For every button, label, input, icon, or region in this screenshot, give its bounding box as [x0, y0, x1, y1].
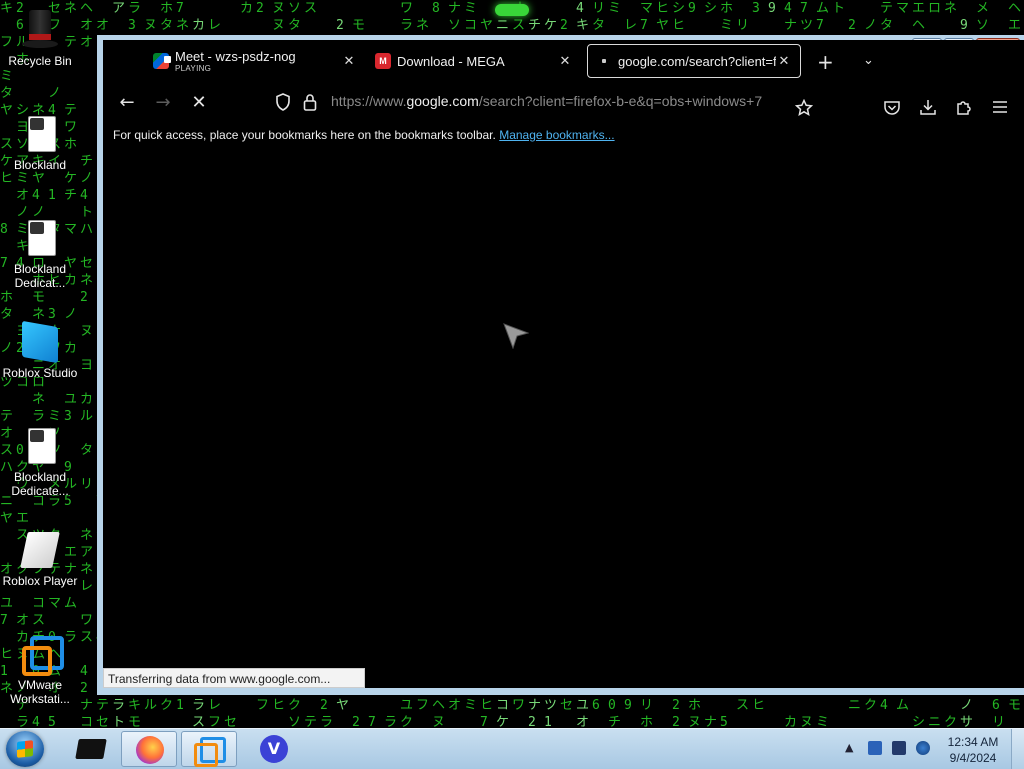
back-icon[interactable]: ←	[116, 92, 138, 114]
clock-time: 12:34 AM	[947, 735, 999, 749]
roblox-player-icon	[20, 530, 60, 570]
bookmarks-toolbar: For quick access, place your bookmarks h…	[103, 123, 1024, 147]
system-clock[interactable]: 12:34 AM 9/4/2024	[942, 734, 1004, 766]
desktop-icon-label: VMware Workstati...	[10, 678, 70, 706]
desktop-icon-recycle-bin[interactable]: Recycle Bin	[0, 10, 80, 68]
file-icon	[20, 114, 60, 154]
desktop-icon-blockland[interactable]: Blockland	[0, 114, 80, 172]
start-button[interactable]	[6, 731, 44, 767]
show-desktop-button[interactable]	[1011, 729, 1024, 769]
tray-app-icon[interactable]	[868, 741, 882, 755]
tab-title: google.com/search?client=fire	[618, 53, 776, 69]
menu-icon[interactable]	[991, 99, 1009, 115]
list-all-tabs-icon[interactable]: ⌄	[863, 53, 874, 68]
app-icon	[75, 739, 107, 759]
taskbar-app-black[interactable]	[62, 731, 118, 767]
tab-meet[interactable]: Meet - wzs-psdz-nog PLAYING ✕	[145, 44, 365, 78]
address-bar[interactable]: https://www.google.com/search?client=fir…	[275, 88, 795, 116]
new-tab-icon[interactable]: +	[817, 52, 834, 72]
taskbar-app-vmware[interactable]	[181, 731, 237, 767]
file-icon	[20, 426, 60, 466]
url-domain: google.com	[406, 93, 479, 109]
monitor-icon[interactable]	[892, 741, 906, 755]
desktop-icon-label: Blockland Dedicate...	[11, 470, 69, 498]
tab-bar: Meet - wzs-psdz-nog PLAYING ✕ M Download…	[103, 40, 1024, 82]
desktop-icon-label: Blockland Dedicat...	[13, 262, 67, 290]
shield-icon[interactable]	[275, 93, 291, 111]
desktop-icon-roblox-studio[interactable]: Roblox Studio	[0, 320, 80, 380]
downloads-icon[interactable]	[919, 98, 937, 116]
wallpaper-glow	[495, 4, 529, 16]
show-hidden-icons-icon[interactable]: ▲	[845, 741, 853, 754]
roblox-studio-icon	[20, 320, 60, 364]
vmware-icon	[20, 634, 64, 676]
url-text[interactable]: https://www.google.com/search?client=fir…	[331, 93, 771, 109]
url-prefix: https://www.	[331, 93, 407, 109]
tab-title: Meet - wzs-psdz-nog	[175, 49, 296, 64]
status-panel: Transferring data from www.google.com...	[103, 668, 365, 688]
url-path: /search?client=firefox-b-e&q=obs+windows…	[478, 93, 763, 109]
tab-title: Download - MEGA	[397, 53, 505, 69]
pocket-icon[interactable]	[883, 99, 901, 117]
tab-google-search[interactable]: google.com/search?client=fire ✕	[587, 44, 801, 78]
desktop-icon-vmware[interactable]: VMware Workstati...	[0, 634, 80, 706]
desktop-icon-label: Blockland	[13, 158, 67, 172]
tab-mega[interactable]: M Download - MEGA ✕	[367, 44, 581, 78]
bookmarks-hint: For quick access, place your bookmarks h…	[113, 128, 496, 142]
recycle-bin-icon	[20, 10, 60, 50]
taskbar-app-v[interactable]: V	[246, 731, 302, 767]
browser-window: ▭ ⧉ ✕ Meet - wzs-psdz-nog PLAYING ✕ M Do…	[97, 35, 1024, 695]
desktop-icon-blockland-dedicated-2[interactable]: Blockland Dedicate...	[0, 426, 80, 498]
taskbar: V ▲ 12:34 AM 9/4/2024	[0, 728, 1024, 769]
taskbar-app-firefox[interactable]	[121, 731, 177, 767]
loading-icon	[596, 53, 612, 69]
close-tab-icon[interactable]: ✕	[557, 53, 573, 69]
mouse-cursor-icon	[503, 323, 529, 349]
close-tab-icon[interactable]: ✕	[776, 53, 792, 69]
extensions-icon[interactable]	[955, 98, 973, 116]
stop-loading-icon[interactable]: ✕	[188, 92, 210, 114]
desktop-icon-label: Recycle Bin	[8, 54, 72, 68]
desktop-icon-label: Roblox Studio	[2, 366, 78, 380]
close-tab-icon[interactable]: ✕	[341, 53, 357, 69]
forward-icon[interactable]: →	[152, 92, 174, 114]
tab-playing-label: PLAYING	[175, 64, 212, 73]
desktop-icon-roblox-player[interactable]: Roblox Player	[0, 530, 80, 588]
v-app-icon: V	[260, 735, 288, 763]
desktop-icon-label: Roblox Player	[2, 574, 78, 588]
tab-label: Meet - wzs-psdz-nog PLAYING	[175, 49, 341, 73]
file-icon	[20, 218, 60, 258]
google-meet-icon	[153, 53, 171, 69]
bookmark-star-icon[interactable]	[795, 99, 813, 117]
mega-icon: M	[375, 53, 391, 69]
navigation-toolbar: ← → ✕ https://www.google.com/search?clie…	[103, 82, 1024, 122]
page-content[interactable]: Transferring data from www.google.com...	[103, 148, 1024, 688]
firefox-icon	[136, 736, 164, 764]
desktop-icon-blockland-dedicated[interactable]: Blockland Dedicat...	[0, 218, 80, 290]
clock-date: 9/4/2024	[949, 751, 997, 765]
browser-frame: Meet - wzs-psdz-nog PLAYING ✕ M Download…	[103, 40, 1024, 688]
lock-icon[interactable]	[303, 93, 317, 111]
manage-bookmarks-link[interactable]: Manage bookmarks...	[499, 128, 614, 142]
network-icon[interactable]	[916, 741, 930, 755]
